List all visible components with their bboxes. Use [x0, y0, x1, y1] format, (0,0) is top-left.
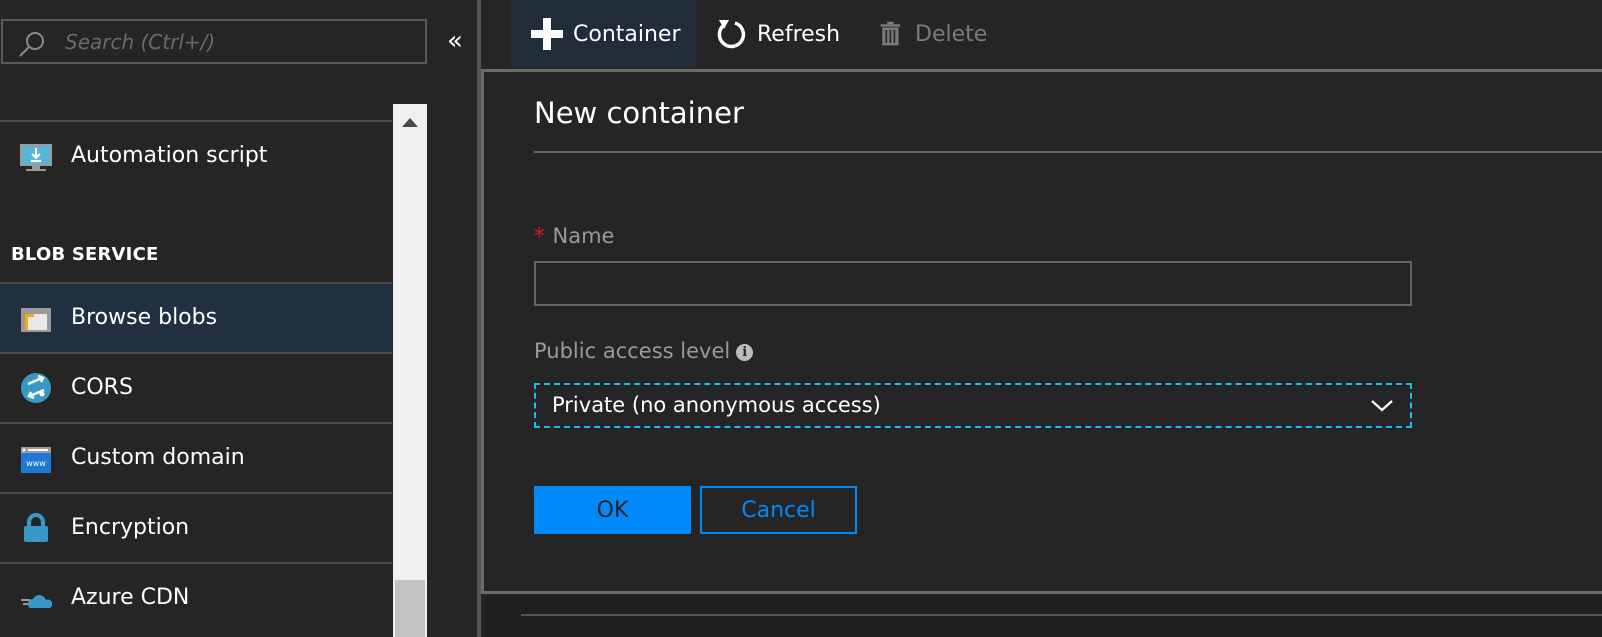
chevron-down-icon — [1371, 400, 1393, 412]
public-access-level-select[interactable]: Private (no anonymous access) — [534, 383, 1412, 428]
search-icon — [19, 32, 44, 57]
scroll-up-arrow-icon[interactable] — [402, 118, 418, 127]
sidebar-item-azure-cdn[interactable]: Azure CDN — [0, 562, 392, 632]
add-container-button[interactable]: Container — [511, 0, 696, 68]
sidebar-item-browse-blobs[interactable]: Browse blobs — [0, 282, 392, 352]
selected-access-level: Private (no anonymous access) — [552, 393, 881, 417]
sidebar-scrollbar[interactable] — [393, 104, 427, 637]
sidebar-item-encryption[interactable]: Encryption — [0, 492, 392, 562]
public-access-level-label-text: Public access level — [534, 339, 731, 363]
name-label: * Name — [534, 224, 614, 248]
scroll-thumb[interactable] — [395, 580, 425, 637]
new-container-panel: New container * Name Public access level i… — [481, 69, 1602, 594]
panel-title-divider — [534, 151, 1602, 153]
ok-button[interactable]: OK — [534, 486, 691, 534]
underlying-content — [484, 597, 1602, 637]
refresh-button[interactable]: Refresh — [715, 0, 840, 68]
plus-icon — [531, 18, 563, 50]
browse-blobs-icon — [21, 308, 51, 332]
toolbar: Container Refresh Delete — [481, 0, 1602, 70]
automation-script-icon — [20, 144, 52, 171]
search-box[interactable] — [1, 19, 427, 64]
sidebar-item-label: CORS — [71, 375, 133, 400]
info-icon[interactable]: i — [736, 344, 754, 361]
section-header-blob-service: BLOB SERVICE — [11, 244, 159, 265]
name-label-text: Name — [552, 224, 615, 248]
add-container-label: Container — [573, 21, 681, 47]
cloud-cdn-icon — [21, 595, 52, 608]
name-input[interactable] — [534, 261, 1412, 306]
sidebar-item-label: Browse blobs — [71, 305, 218, 330]
sidebar-item-automation-script[interactable]: Automation script — [0, 120, 392, 190]
sidebar-item-cors[interactable]: CORS — [0, 352, 392, 422]
sidebar-item-label: Custom domain — [71, 445, 245, 470]
collapse-sidebar-button[interactable]: « — [447, 26, 471, 56]
sidebar-item-custom-domain[interactable]: www Custom domain — [0, 422, 392, 492]
sidebar-item-label: Encryption — [71, 515, 190, 540]
public-access-level-label: Public access level i — [534, 339, 754, 363]
svg-text:www: www — [26, 459, 46, 468]
sidebar: « Automation script BLOB SERVICE Browse … — [0, 0, 470, 637]
delete-button[interactable]: Delete — [879, 0, 987, 68]
trash-icon — [880, 21, 901, 46]
sidebar-item-label: Automation script — [71, 143, 268, 168]
search-input[interactable] — [65, 21, 415, 62]
nav-list: Automation script BLOB SERVICE Browse bl… — [0, 104, 392, 637]
required-marker: * — [534, 224, 545, 248]
panel-title: New container — [534, 96, 744, 130]
underlying-divider — [521, 614, 1602, 616]
refresh-label: Refresh — [757, 21, 841, 47]
custom-domain-icon: www — [21, 447, 51, 473]
refresh-icon — [717, 20, 746, 49]
lock-icon — [24, 513, 48, 542]
cors-icon — [21, 373, 51, 403]
cancel-button[interactable]: Cancel — [700, 486, 857, 534]
sidebar-item-label: Azure CDN — [71, 585, 190, 610]
delete-label: Delete — [915, 21, 988, 47]
